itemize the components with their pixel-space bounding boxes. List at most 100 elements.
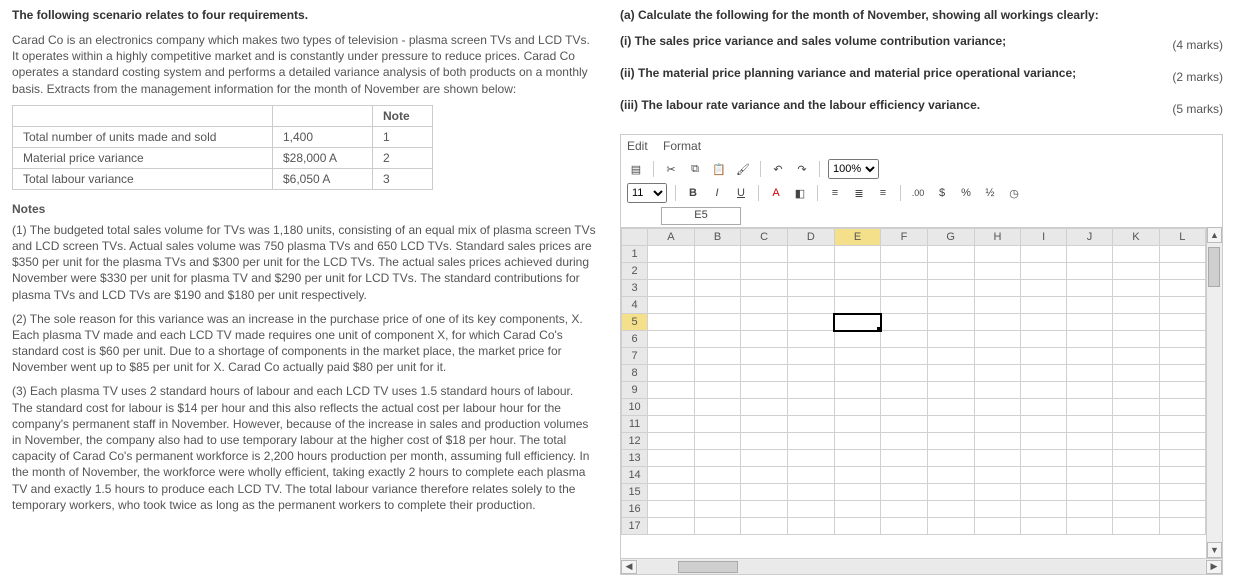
col-header-E[interactable]: E [834, 229, 881, 246]
cell-J8[interactable] [1066, 365, 1112, 382]
cell-J7[interactable] [1066, 348, 1112, 365]
cell-A8[interactable] [648, 365, 695, 382]
cell-H5[interactable] [974, 314, 1021, 331]
cell-F8[interactable] [881, 365, 927, 382]
cell-E13[interactable] [834, 450, 881, 467]
cell-C8[interactable] [741, 365, 788, 382]
cell-G9[interactable] [927, 382, 974, 399]
row-header-12[interactable]: 12 [622, 433, 648, 450]
cell-F7[interactable] [881, 348, 927, 365]
cell-J11[interactable] [1066, 416, 1112, 433]
cell-C2[interactable] [741, 263, 788, 280]
cell-K9[interactable] [1113, 382, 1160, 399]
cell-A13[interactable] [648, 450, 695, 467]
cell-F9[interactable] [881, 382, 927, 399]
cell-H7[interactable] [974, 348, 1021, 365]
new-sheet-icon[interactable]: ▤ [627, 160, 645, 178]
cell-K3[interactable] [1113, 280, 1160, 297]
cell-J6[interactable] [1066, 331, 1112, 348]
row-header-16[interactable]: 16 [622, 501, 648, 518]
cell-F1[interactable] [881, 246, 927, 263]
cell-G6[interactable] [927, 331, 974, 348]
cell-F15[interactable] [881, 484, 927, 501]
cell-D10[interactable] [788, 399, 835, 416]
cell-K16[interactable] [1113, 501, 1160, 518]
cell-B1[interactable] [694, 246, 741, 263]
row-header-5[interactable]: 5 [622, 314, 648, 331]
cell-K10[interactable] [1113, 399, 1160, 416]
cell-F12[interactable] [881, 433, 927, 450]
cell-G1[interactable] [927, 246, 974, 263]
cell-I4[interactable] [1021, 297, 1067, 314]
cell-B5[interactable] [694, 314, 741, 331]
cell-E2[interactable] [834, 263, 881, 280]
undo-icon[interactable]: ↶ [769, 160, 787, 178]
menu-edit[interactable]: Edit [627, 139, 648, 153]
zoom-select[interactable]: 100% [828, 159, 879, 179]
cell-F5[interactable] [881, 314, 927, 331]
cell-I17[interactable] [1021, 518, 1067, 535]
cell-L2[interactable] [1159, 263, 1205, 280]
decimals-icon[interactable]: .00 [909, 184, 927, 202]
cell-K12[interactable] [1113, 433, 1160, 450]
horizontal-scrollbar[interactable]: ◀ ▶ [621, 558, 1222, 574]
cell-I2[interactable] [1021, 263, 1067, 280]
cell-H4[interactable] [974, 297, 1021, 314]
cell-L16[interactable] [1159, 501, 1205, 518]
cell-B3[interactable] [694, 280, 741, 297]
cell-K14[interactable] [1113, 467, 1160, 484]
cell-I13[interactable] [1021, 450, 1067, 467]
cell-J1[interactable] [1066, 246, 1112, 263]
cell-K17[interactable] [1113, 518, 1160, 535]
cell-K5[interactable] [1113, 314, 1160, 331]
cell-K15[interactable] [1113, 484, 1160, 501]
cell-G11[interactable] [927, 416, 974, 433]
cell-G14[interactable] [927, 467, 974, 484]
scroll-right-icon[interactable]: ▶ [1206, 560, 1222, 574]
align-right-icon[interactable]: ≡ [874, 184, 892, 202]
vertical-scrollbar[interactable]: ▲ ▼ [1206, 227, 1222, 558]
cell-D2[interactable] [788, 263, 835, 280]
cell-C4[interactable] [741, 297, 788, 314]
cell-E7[interactable] [834, 348, 881, 365]
name-box[interactable]: E5 [661, 207, 741, 225]
cell-E9[interactable] [834, 382, 881, 399]
copy-icon[interactable]: ⧉ [686, 160, 704, 178]
col-header-L[interactable]: L [1159, 229, 1205, 246]
cell-D8[interactable] [788, 365, 835, 382]
cell-C6[interactable] [741, 331, 788, 348]
cell-B6[interactable] [694, 331, 741, 348]
row-header-6[interactable]: 6 [622, 331, 648, 348]
col-header-G[interactable]: G [927, 229, 974, 246]
percent-icon[interactable]: % [957, 184, 975, 202]
cell-I10[interactable] [1021, 399, 1067, 416]
cell-A15[interactable] [648, 484, 695, 501]
row-header-8[interactable]: 8 [622, 365, 648, 382]
cell-L13[interactable] [1159, 450, 1205, 467]
cell-L12[interactable] [1159, 433, 1205, 450]
cell-E16[interactable] [834, 501, 881, 518]
cell-H6[interactable] [974, 331, 1021, 348]
row-header-9[interactable]: 9 [622, 382, 648, 399]
cell-D5[interactable] [788, 314, 835, 331]
align-left-icon[interactable]: ≡ [826, 184, 844, 202]
cell-K1[interactable] [1113, 246, 1160, 263]
cell-D3[interactable] [788, 280, 835, 297]
cell-H2[interactable] [974, 263, 1021, 280]
h-scroll-thumb[interactable] [678, 561, 738, 573]
spreadsheet-grid[interactable]: ABCDEFGHIJKL1234567891011121314151617 [621, 227, 1206, 558]
cell-G5[interactable] [927, 314, 974, 331]
row-header-17[interactable]: 17 [622, 518, 648, 535]
cell-H9[interactable] [974, 382, 1021, 399]
cell-A17[interactable] [648, 518, 695, 535]
cell-C15[interactable] [741, 484, 788, 501]
cell-L4[interactable] [1159, 297, 1205, 314]
cell-K6[interactable] [1113, 331, 1160, 348]
cell-E8[interactable] [834, 365, 881, 382]
cell-L15[interactable] [1159, 484, 1205, 501]
col-header-H[interactable]: H [974, 229, 1021, 246]
cell-G15[interactable] [927, 484, 974, 501]
cell-A16[interactable] [648, 501, 695, 518]
menu-format[interactable]: Format [663, 139, 701, 153]
cell-I11[interactable] [1021, 416, 1067, 433]
